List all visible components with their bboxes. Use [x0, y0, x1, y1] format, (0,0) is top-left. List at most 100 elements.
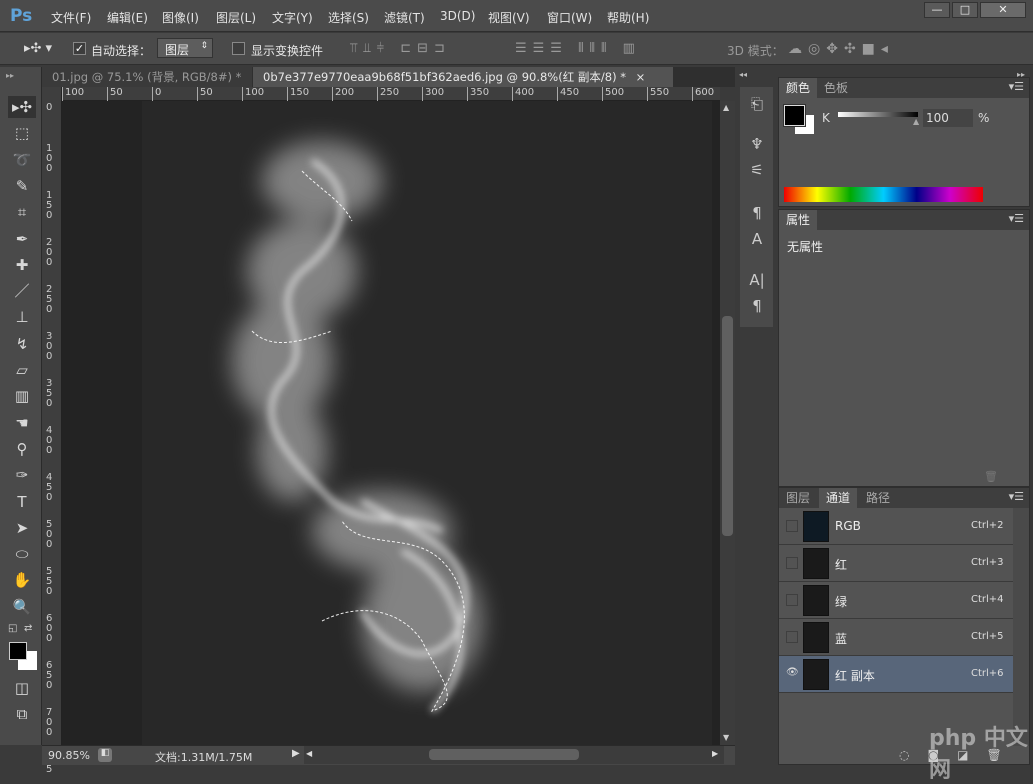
align-icons[interactable]: ⫪⫫⫩ ⊏⊟⊐	[350, 41, 451, 56]
tab-01-jpg[interactable]: 01.jpg @ 75.1% (背景, RGB/8#) * ×	[42, 67, 252, 104]
menu-window[interactable]: 窗口(W)	[547, 9, 592, 26]
paragraph-icon[interactable]: ¶	[745, 297, 769, 319]
menu-view[interactable]: 视图(V)	[488, 9, 530, 26]
horizontal-scroll-thumb[interactable]	[429, 749, 579, 760]
marquee-tool-icon[interactable]: ⬚	[8, 122, 36, 144]
visibility-toggle[interactable]	[786, 557, 798, 569]
collapse-dock-icon[interactable]: ◂◂	[739, 70, 747, 79]
move-tool-preset-icon[interactable]: ▸✣ ▾	[24, 41, 52, 56]
lasso-tool-icon[interactable]: ➰	[8, 149, 36, 171]
channel-row-green[interactable]: 绿 Ctrl+4	[779, 582, 1013, 619]
tab-active-document[interactable]: 0b7e377e9770eaa9b68f51bf362aed6.jpg @ 90…	[253, 67, 673, 87]
vertical-scroll-thumb[interactable]	[722, 316, 733, 536]
zoom-tool-icon[interactable]: 🔍	[8, 596, 36, 618]
brush-tool-icon[interactable]: ／	[8, 280, 36, 302]
minimize-button[interactable]: —	[924, 2, 950, 18]
crop-tool-icon[interactable]: ⌗	[8, 201, 36, 223]
type-tool-icon[interactable]: T	[8, 491, 36, 513]
menu-image[interactable]: 图像(I)	[162, 9, 199, 26]
k-slider[interactable]	[838, 112, 918, 117]
move-tool-icon[interactable]: ▸✣	[8, 96, 36, 118]
tab-properties[interactable]: 属性	[779, 210, 818, 230]
color-spectrum[interactable]	[784, 187, 983, 202]
collapse-toolbox-icon[interactable]: ▸▸	[6, 71, 14, 80]
menu-layer[interactable]: 图层(L)	[216, 9, 256, 26]
gradient-tool-icon[interactable]: ▥	[8, 385, 36, 407]
auto-select-checkbox[interactable]: ✓	[73, 42, 86, 55]
scroll-left-icon[interactable]: ◀	[306, 749, 312, 758]
smudge-tool-icon[interactable]: ☚	[8, 412, 36, 434]
k-slider-handle[interactable]: ▲	[913, 117, 919, 126]
distribute-icons[interactable]: ☰☰☰ ⫴⫴⫴ ▥	[515, 41, 641, 56]
foreground-color-swatch[interactable]	[783, 104, 806, 127]
visibility-toggle[interactable]	[786, 594, 798, 606]
character-styles-icon[interactable]: A	[745, 230, 769, 252]
load-selection-icon[interactable]: ◌	[899, 748, 927, 762]
panel-menu-icon[interactable]: ▾☰	[1009, 80, 1024, 93]
channels-scrollbar[interactable]	[1013, 508, 1029, 746]
menu-filter[interactable]: 滤镜(T)	[384, 9, 425, 26]
menu-type[interactable]: 文字(Y)	[272, 9, 313, 26]
history-icon[interactable]: ⎗	[745, 95, 769, 117]
eraser-tool-icon[interactable]: ▱	[8, 359, 36, 381]
delete-icon[interactable]: 🗑	[984, 470, 998, 483]
status-expand-icon[interactable]: ▶	[292, 748, 300, 759]
paragraph-styles-icon[interactable]: ¶	[745, 204, 769, 226]
close-tab-icon[interactable]: ×	[636, 70, 646, 84]
document-canvas[interactable]	[62, 101, 720, 745]
3d-mode-icons[interactable]: ☁◎✥✣■◂	[788, 41, 894, 57]
clone-stamp-tool-icon[interactable]: ⊥	[8, 306, 36, 328]
zoom-level[interactable]: 90.85%	[48, 749, 90, 762]
tab-layers[interactable]: 图层	[779, 488, 817, 508]
new-channel-icon[interactable]: ◪	[957, 748, 986, 762]
pen-tool-icon[interactable]: ✑	[8, 464, 36, 486]
auto-select-dropdown[interactable]: 图层 ⇕	[157, 38, 213, 58]
menu-select[interactable]: 选择(S)	[328, 9, 369, 26]
tab-swatches[interactable]: 色板	[817, 78, 855, 98]
quick-mask-icon[interactable]: ◫	[8, 677, 36, 699]
visibility-toggle[interactable]	[786, 631, 798, 643]
dodge-tool-icon[interactable]: ⚲	[8, 438, 36, 460]
close-button[interactable]: ✕	[980, 2, 1026, 18]
eye-icon[interactable]: 👁	[786, 668, 799, 680]
horizontal-scrollbar[interactable]: ◀ ▶	[304, 746, 724, 764]
status-menu-icon[interactable]: ◧	[98, 748, 112, 762]
vertical-scrollbar[interactable]: ▲ ▼	[720, 101, 735, 745]
channel-row-red[interactable]: 红 Ctrl+3	[779, 545, 1013, 582]
default-colors-icon[interactable]: ◱	[8, 623, 17, 634]
eyedropper-tool-icon[interactable]: ✒	[8, 228, 36, 250]
ellipse-tool-icon[interactable]: ⬭	[8, 543, 36, 565]
k-value-input[interactable]: 100	[923, 109, 973, 127]
screen-mode-icon[interactable]: ⧉	[8, 703, 36, 725]
visibility-toggle[interactable]	[786, 520, 798, 532]
swap-colors-icon[interactable]: ⇄	[24, 623, 32, 634]
character-icon[interactable]: A|	[745, 271, 769, 293]
scroll-down-icon[interactable]: ▼	[723, 733, 729, 742]
channel-row-blue[interactable]: 蓝 Ctrl+5	[779, 619, 1013, 656]
quick-select-tool-icon[interactable]: ✎	[8, 175, 36, 197]
history-brush-tool-icon[interactable]: ↯	[8, 333, 36, 355]
channel-row-rgb[interactable]: RGB Ctrl+2	[779, 508, 1013, 545]
channel-row-red-copy[interactable]: 👁 红 副本 Ctrl+6	[779, 656, 1013, 693]
show-transform-checkbox[interactable]	[232, 42, 245, 55]
hand-tool-icon[interactable]: ✋	[8, 569, 36, 591]
menu-edit[interactable]: 编辑(E)	[107, 9, 148, 26]
maximize-button[interactable]: □	[952, 2, 978, 18]
delete-channel-icon[interactable]: 🗑	[986, 748, 1019, 762]
tab-paths[interactable]: 路径	[859, 488, 897, 508]
panel-menu-icon[interactable]: ▾☰	[1009, 212, 1024, 225]
scroll-up-icon[interactable]: ▲	[723, 103, 729, 112]
menu-3d[interactable]: 3D(D)	[440, 9, 475, 23]
brush-presets-icon[interactable]: ♆	[745, 135, 769, 157]
save-selection-icon[interactable]: ◙	[927, 748, 957, 762]
brush-icon[interactable]: ⚟	[745, 161, 769, 183]
scroll-right-icon[interactable]: ▶	[712, 749, 718, 758]
tab-color[interactable]: 颜色	[779, 78, 818, 98]
tab-channels[interactable]: 通道	[819, 488, 858, 508]
menu-help[interactable]: 帮助(H)	[607, 9, 649, 26]
panel-menu-icon[interactable]: ▾☰	[1009, 490, 1024, 503]
healing-brush-tool-icon[interactable]: ✚	[8, 254, 36, 276]
path-select-tool-icon[interactable]: ➤	[8, 517, 36, 539]
foreground-color[interactable]	[9, 642, 27, 660]
menu-file[interactable]: 文件(F)	[51, 9, 91, 26]
